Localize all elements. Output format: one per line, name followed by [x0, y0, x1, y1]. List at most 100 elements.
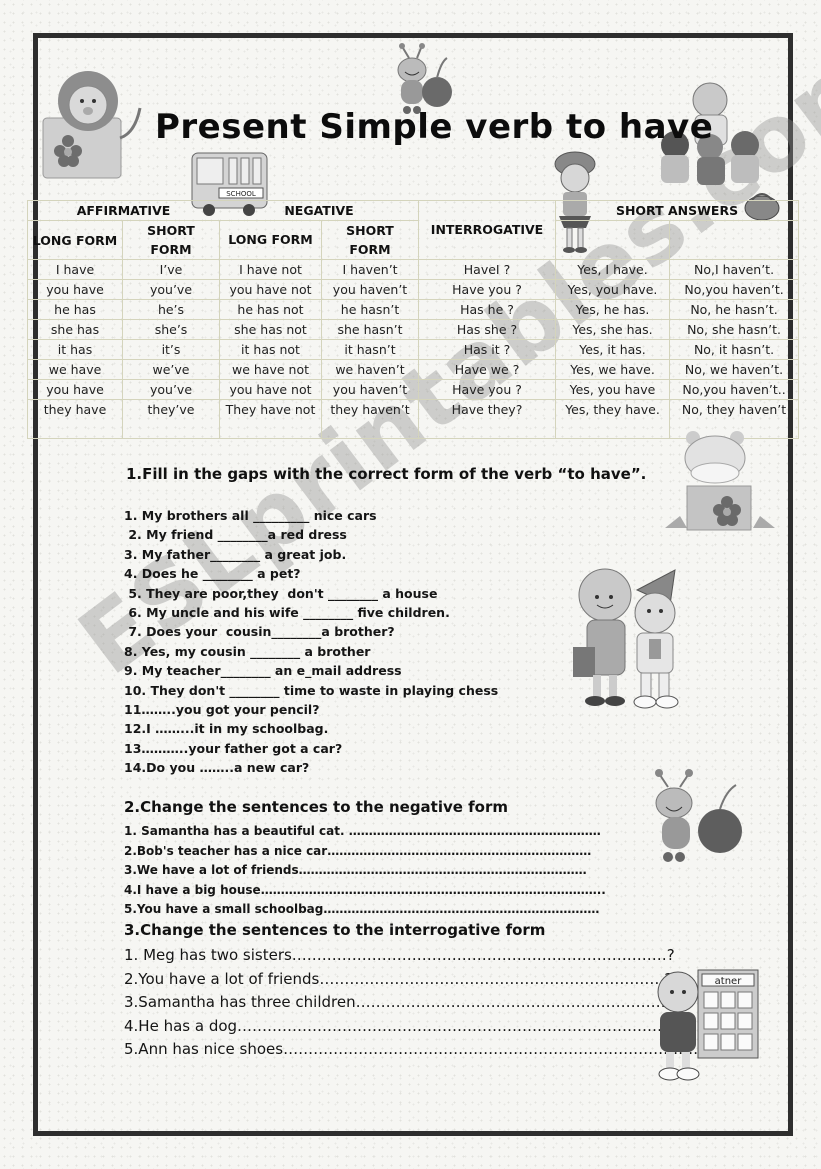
short-answer-no-cell: No, it hasn’t.	[669, 339, 800, 360]
aff-long-cell: you have	[27, 379, 123, 400]
calendar-label: atner	[715, 976, 743, 987]
neg-short-cell: you haven’t	[320, 279, 420, 300]
neg-short-form-header: SHORT FORM	[320, 220, 420, 260]
exercise-item: 14.Do you ……..a new car?	[124, 760, 310, 776]
negative-header: NEGATIVE	[218, 200, 420, 221]
exercise-item: 1. Samantha has a beautiful cat. ……………………	[124, 824, 601, 838]
bee-cherry-clipart	[385, 40, 465, 115]
short-answer-yes-cell: Yes, they have.	[555, 399, 671, 439]
short-answer-no-cell: No, she hasn’t.	[669, 319, 800, 340]
neg-long-cell: we have not	[219, 359, 322, 380]
aff-short-cell: it’s	[122, 339, 220, 360]
aff-long-cell: it has	[27, 339, 123, 360]
exercise-item: 5.Ann has nice shoes………………………………………………………	[124, 1040, 712, 1058]
neg-long-cell: I have not	[219, 259, 322, 280]
exercise-item: 9. My teacher________ an e_mail address	[124, 663, 402, 679]
exercise-item: 1. Meg has two sisters…………………………………………………	[124, 946, 675, 964]
short-answer-yes-cell: Yes, you have.	[555, 279, 671, 300]
exercise-item: 3.Samantha has three children………………………………	[124, 993, 679, 1011]
exercise1-list: 1. My brothers all _________ nice cars 2…	[124, 506, 498, 777]
table-row: you have you’ve you have not you haven’t Hav…	[27, 279, 800, 300]
short-answer-yes-cell: Yes, I have.	[555, 259, 671, 280]
aff-short-cell: I’ve	[122, 259, 220, 280]
aff-long-form-header: LONG FORM	[27, 220, 123, 260]
exercise-item: 2. My friend ________a red dress	[124, 527, 347, 543]
cow-clipart	[665, 428, 775, 538]
short-answer-no-cell: No, he hasn’t.	[669, 299, 800, 320]
neg-short-cell: I haven’t	[320, 259, 420, 280]
aff-long-cell: we have	[27, 359, 123, 380]
short-answer-no-cell: No,you haven’t..	[669, 379, 800, 400]
interrogative-cell: HaveI ?	[418, 259, 557, 280]
aff-long-cell: they have	[27, 399, 123, 439]
interrogative-cell: Have we ?	[418, 359, 557, 380]
party-kids-clipart	[565, 565, 700, 715]
interrogative-cell: Has she ?	[418, 319, 557, 340]
exercise-item: 4. Does he ________ a pet?	[124, 566, 301, 582]
interrogative-cell: Has he ?	[418, 299, 557, 320]
short-answer-yes-header	[555, 220, 671, 260]
girl-calendar-clipart: atner	[650, 962, 760, 1087]
interrogative-cell: Have you ?	[418, 279, 557, 300]
short-answer-no-cell: No,I haven’t.	[669, 259, 800, 280]
neg-short-cell: we haven’t	[320, 359, 420, 380]
neg-long-form-header: LONG FORM	[219, 220, 322, 260]
short-answer-yes-cell: Yes, he has.	[555, 299, 671, 320]
short-answer-no-cell: No, we haven’t.	[669, 359, 800, 380]
aff-short-cell: you’ve	[122, 379, 220, 400]
neg-long-cell: he has not	[219, 299, 322, 320]
interrogative-header: INTERROGATIVE	[418, 200, 557, 260]
exercise-item: 3.We have a lot of friends………………………………………	[124, 863, 587, 878]
exercise-item: 8. Yes, my cousin ________ a brother	[124, 643, 371, 659]
aff-short-cell: he’s	[122, 299, 220, 320]
exercise-item: 4.I have a big house………………………………………………………	[124, 882, 606, 897]
exercise-item: 11……..you got your pencil?	[124, 701, 320, 717]
short-answer-yes-cell: Yes, it has.	[555, 339, 671, 360]
aff-long-cell: I have	[27, 259, 123, 280]
exercise-item: 12.I ……...it in my schoolbag.	[124, 721, 329, 737]
neg-long-cell: They have not	[219, 399, 322, 439]
page-title: Present Simple verb to have	[155, 107, 714, 147]
neg-short-cell: he hasn’t	[320, 299, 420, 320]
exercise3-title: 3.Change the sentences to the interrogat…	[124, 921, 546, 939]
table-row: I have I’ve I have not I haven’t HaveI ? Yes,…	[27, 259, 800, 280]
bee-cherry-clipart-2	[640, 765, 750, 865]
table-group-header-row: AFFIRMATIVE NEGATIVE INTERROGATIVE SHORT…	[27, 200, 800, 260]
interrogative-cell: Has it ?	[418, 339, 557, 360]
interrogative-cell: Have you ?	[418, 379, 557, 400]
bus-label: SCHOOL	[226, 190, 256, 198]
short-answer-no-cell: No,you haven’t.	[669, 279, 800, 300]
conjugation-table: AFFIRMATIVE NEGATIVE INTERROGATIVE SHORT…	[27, 200, 800, 439]
aff-long-cell: he has	[27, 299, 123, 320]
neg-long-cell: you have not	[219, 379, 322, 400]
aff-short-cell: you’ve	[122, 279, 220, 300]
neg-long-cell: you have not	[219, 279, 322, 300]
table-sub-header-row: LONG FORM SHORT FORM LONG FORM SHORT FOR…	[27, 220, 800, 260]
exercise2-title: 2.Change the sentences to the negative f…	[124, 798, 509, 816]
exercise-item: 2.Bob's teacher has a nice car……………………………	[124, 843, 592, 858]
exercise-item: 3. My father________ a great job.	[124, 546, 347, 562]
neg-short-cell: you haven’t	[320, 379, 420, 400]
exercise-item: 2.You have a lot of friends……………………………………	[124, 969, 673, 988]
aff-long-cell: you have	[27, 279, 123, 300]
neg-short-cell: it hasn’t	[320, 339, 420, 360]
short-answer-yes-cell: Yes, we have.	[555, 359, 671, 380]
aff-short-form-header: SHORT FORM	[122, 220, 220, 260]
exercise-item: 10. They don't ________ time to waste in…	[124, 682, 499, 698]
table-row: we have we’ve we have not we haven’t Have we…	[27, 359, 800, 380]
short-answers-header: SHORT ANSWERS	[555, 200, 800, 221]
interrogative-cell: Have they?	[418, 399, 557, 439]
exercise-item: 5. They are poor,they don't ________ a h…	[124, 585, 438, 601]
exercise2-list: 1. Samantha has a beautiful cat. ……………………	[124, 822, 606, 920]
aff-short-cell: they’ve	[122, 399, 220, 439]
exercise-item: 4.He has a dog………………………………………………………………………	[124, 1016, 711, 1035]
table-row: she has she’s she has not she hasn’t Has she…	[27, 319, 800, 340]
neg-long-cell: it has not	[219, 339, 322, 360]
affirmative-header: AFFIRMATIVE	[27, 200, 220, 221]
exercise-item: 13………..your father got a car?	[124, 740, 343, 756]
exercise1-title: 1.Fill in the gaps with the correct form…	[126, 465, 647, 483]
neg-short-cell: she hasn’t	[320, 319, 420, 340]
exercise3-list: 1. Meg has two sisters…………………………………………………	[124, 944, 711, 1062]
exercise-item: 5.You have a small schoolbag…………………………………	[124, 902, 600, 917]
exercise-item: 6. My uncle and his wife ________ five c…	[124, 604, 450, 620]
